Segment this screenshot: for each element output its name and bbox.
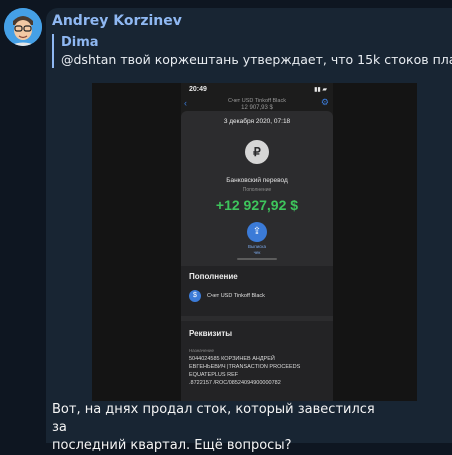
reply-quote[interactable]: Dima @dshtan твой коржештань утверждает,… bbox=[52, 34, 452, 68]
sheet-handle bbox=[237, 258, 277, 260]
status-time: 20:49 bbox=[189, 86, 207, 93]
transfer-type: Банковский перевод bbox=[226, 177, 288, 184]
avatar[interactable] bbox=[4, 8, 42, 46]
upload-icon: ⇪ bbox=[247, 222, 267, 242]
reply-text: @dshtan твой коржештань утверждает, что … bbox=[61, 52, 452, 67]
reply-author: Dima bbox=[61, 35, 99, 50]
message-bubble: Andrey Korzinev Dima @dshtan твой коржеш… bbox=[46, 8, 452, 453]
transfer-sub: Пополнение bbox=[242, 187, 272, 193]
operation-date: 3 декабря 2020, 07:18 bbox=[223, 118, 291, 125]
avatar-cartoon-icon bbox=[4, 8, 42, 46]
dollar-icon: $ bbox=[189, 290, 201, 302]
receipt-label: Выписка чек bbox=[247, 244, 266, 255]
account-name: Счет USD Tinkoff Black bbox=[207, 293, 265, 299]
requisites-title: Реквизиты bbox=[189, 329, 233, 338]
gear-icon: ⚙ bbox=[320, 97, 329, 107]
operation-sheet: 3 декабря 2020, 07:18 ₽ Банковский перев… bbox=[181, 111, 333, 401]
sender-name[interactable]: Andrey Korzinev bbox=[52, 13, 182, 29]
topup-title: Пополнение bbox=[189, 272, 238, 281]
bank-app-screenshot: 20:49 ▮▮ ▰ ‹ Счет USD Tinkoff Black 12 9… bbox=[181, 83, 333, 401]
operation-amount: +12 927,92 $ bbox=[215, 197, 299, 213]
requisites-section: Реквизиты Назначение 5044024585 КОРЗИНЕВ… bbox=[181, 321, 333, 401]
purpose-text: 5044024585 КОРЗИНЕВ АНДРЕЙ ЕВГЕНЬЕВИЧ |T… bbox=[189, 356, 301, 386]
message-caption: Вот, на днях продал сток, который завест… bbox=[52, 402, 375, 453]
topup-section: Пополнение $ Счет USD Tinkoff Black bbox=[181, 266, 333, 316]
purpose-label: Назначение bbox=[189, 348, 215, 353]
status-icons: ▮▮ ▰ bbox=[314, 87, 327, 93]
attached-photo[interactable]: 20:49 ▮▮ ▰ ‹ Счет USD Tinkoff Black 12 9… bbox=[92, 83, 417, 401]
rouble-coin-icon: ₽ bbox=[245, 140, 269, 164]
header-account: Счет USD Tinkoff Black bbox=[228, 98, 286, 104]
